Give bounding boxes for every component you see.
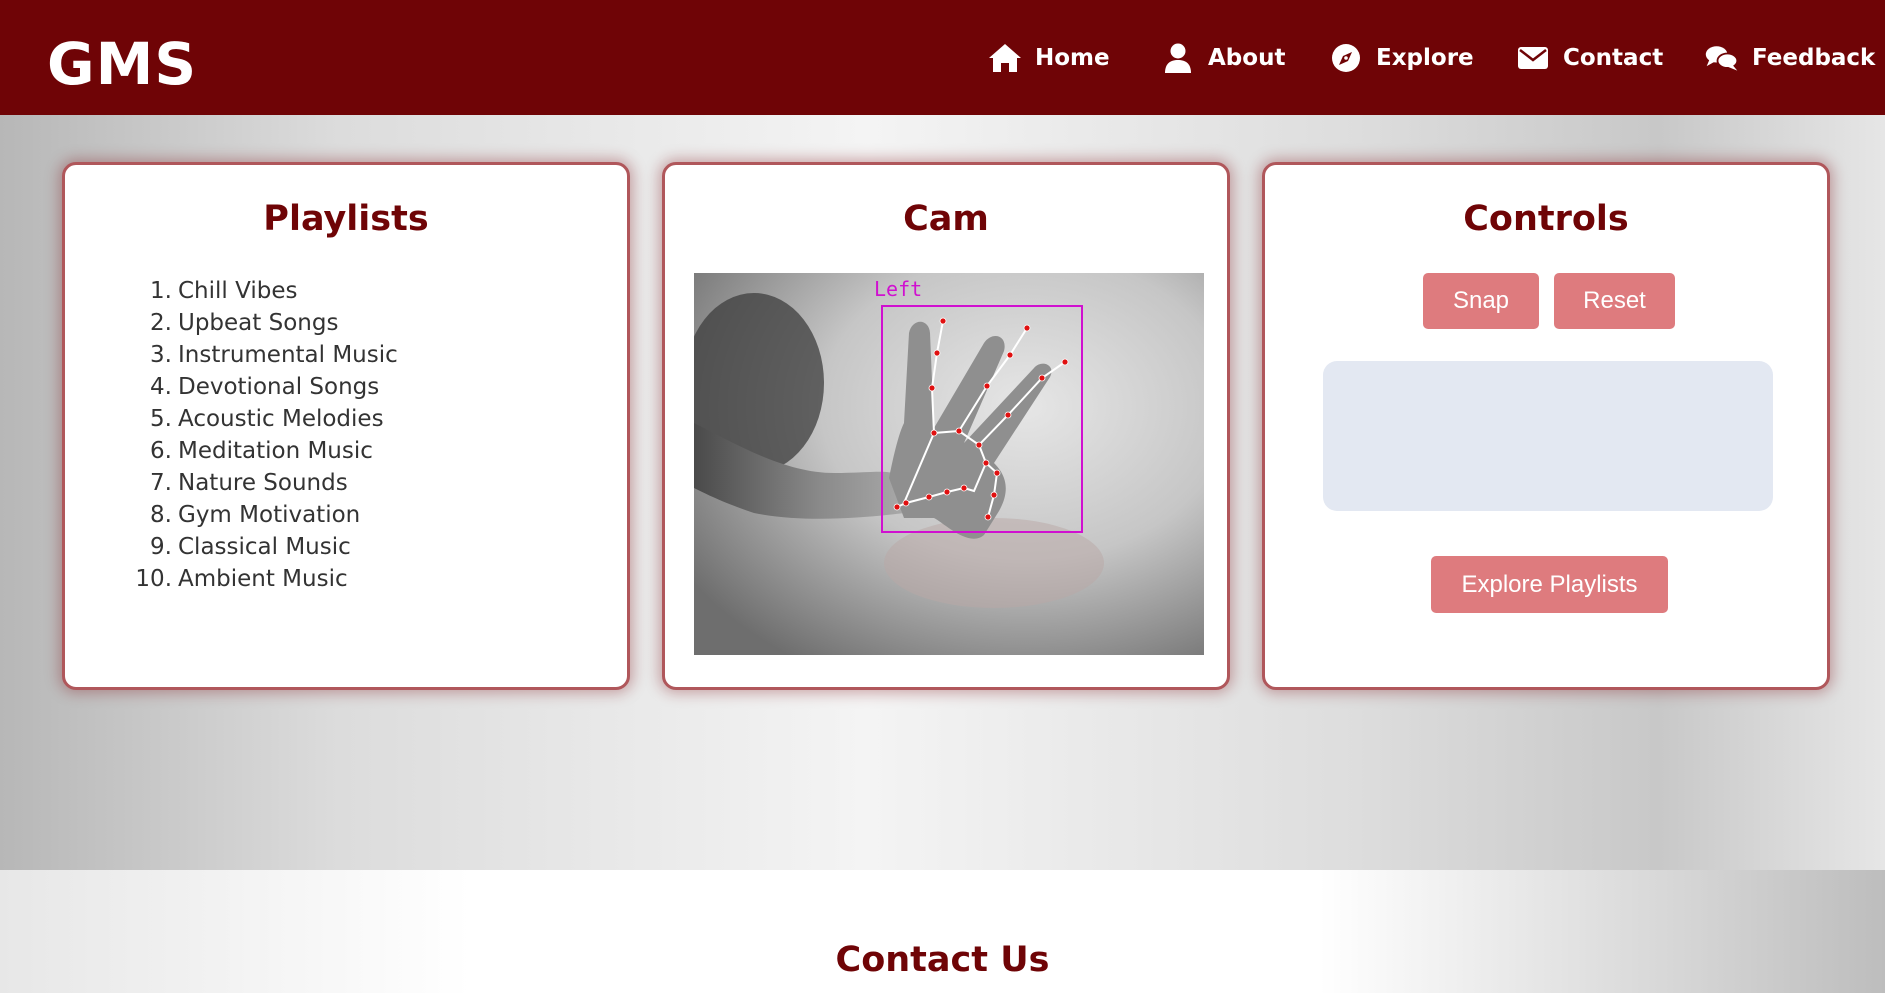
playlist-item-label: Gym Motivation [178, 502, 361, 528]
playlist-item[interactable]: 9. Classical Music [120, 531, 398, 563]
playlist-item[interactable]: 7. Nature Sounds [120, 467, 398, 499]
playlist-item-label: Ambient Music [178, 566, 348, 592]
reset-button[interactable]: Reset [1554, 273, 1675, 329]
playlist-item-number: 3. [150, 342, 172, 368]
envelope-icon [1518, 47, 1548, 69]
snap-button[interactable]: Snap [1423, 273, 1539, 329]
playlist-item[interactable]: 8. Gym Motivation [120, 499, 398, 531]
playlist-item-label: Instrumental Music [178, 342, 398, 368]
playlists-title: Playlists [263, 199, 429, 239]
cam-title: Cam [903, 199, 989, 239]
playlist-list: 1. Chill Vibes 2. Upbeat Songs 3. Instrumen… [120, 275, 398, 595]
playlist-item[interactable]: 3. Instrumental Music [120, 339, 398, 371]
nav-feedback-label: Feedback [1752, 45, 1876, 71]
cam-card: Cam Left [662, 162, 1230, 690]
hand-label: Left [874, 277, 922, 301]
playlist-item-number: 8. [150, 502, 172, 528]
playlist-item-label: Chill Vibes [178, 278, 298, 304]
playlist-item-number: 9. [150, 534, 172, 560]
controls-title: Controls [1463, 199, 1629, 239]
playlist-item-label: Upbeat Songs [178, 310, 339, 336]
nav-about[interactable]: About [1160, 38, 1285, 78]
playlist-item-label: Devotional Songs [178, 374, 380, 400]
nav-explore-label: Explore [1376, 45, 1474, 71]
nav-about-label: About [1208, 45, 1286, 71]
playlist-item-label: Nature Sounds [178, 470, 348, 496]
playlist-item[interactable]: 1. Chill Vibes [120, 275, 398, 307]
explore-playlists-button[interactable]: Explore Playlists [1431, 556, 1668, 613]
playlist-item[interactable]: 10. Ambient Music [120, 563, 398, 595]
user-icon [1165, 43, 1191, 73]
controls-card: Controls Snap Reset Explore Playlists [1262, 162, 1830, 690]
camera-feed: Left [694, 273, 1204, 655]
playlist-item[interactable]: 2. Upbeat Songs [120, 307, 398, 339]
home-icon [989, 44, 1021, 72]
playlist-item-number: 5. [150, 406, 172, 432]
nav-home-label: Home [1035, 45, 1110, 71]
nav-contact[interactable]: Contact [1515, 38, 1663, 78]
contact-heading: Contact Us [835, 940, 1050, 980]
playlist-item-number: 2. [150, 310, 172, 336]
navbar: GMS Home About Explore Contact Feedback [0, 0, 1885, 115]
logo[interactable]: GMS [47, 30, 197, 98]
nav-home[interactable]: Home [987, 38, 1110, 78]
playlist-item[interactable]: 4. Devotional Songs [120, 371, 398, 403]
playlist-item-number: 1. [150, 278, 172, 304]
playlist-item-label: Acoustic Melodies [178, 406, 384, 432]
playlist-item-number: 10. [135, 566, 172, 592]
nav-explore[interactable]: Explore [1328, 38, 1474, 78]
nav-feedback[interactable]: Feedback [1704, 38, 1875, 78]
playlists-card: Playlists 1. Chill Vibes 2. Upbeat Songs 3… [62, 162, 630, 690]
camera-feed-image: Left [694, 273, 1204, 655]
compass-icon [1332, 44, 1360, 72]
playlist-item-number: 4. [150, 374, 172, 400]
comments-icon [1705, 46, 1739, 71]
playlist-item[interactable]: 5. Acoustic Melodies [120, 403, 398, 435]
nav-contact-label: Contact [1563, 45, 1664, 71]
playlist-item-label: Classical Music [178, 534, 351, 560]
playlist-item-number: 6. [150, 438, 172, 464]
playlist-item[interactable]: 6. Meditation Music [120, 435, 398, 467]
playlist-item-number: 7. [150, 470, 172, 496]
gesture-result-box [1323, 361, 1773, 511]
playlist-item-label: Meditation Music [178, 438, 373, 464]
